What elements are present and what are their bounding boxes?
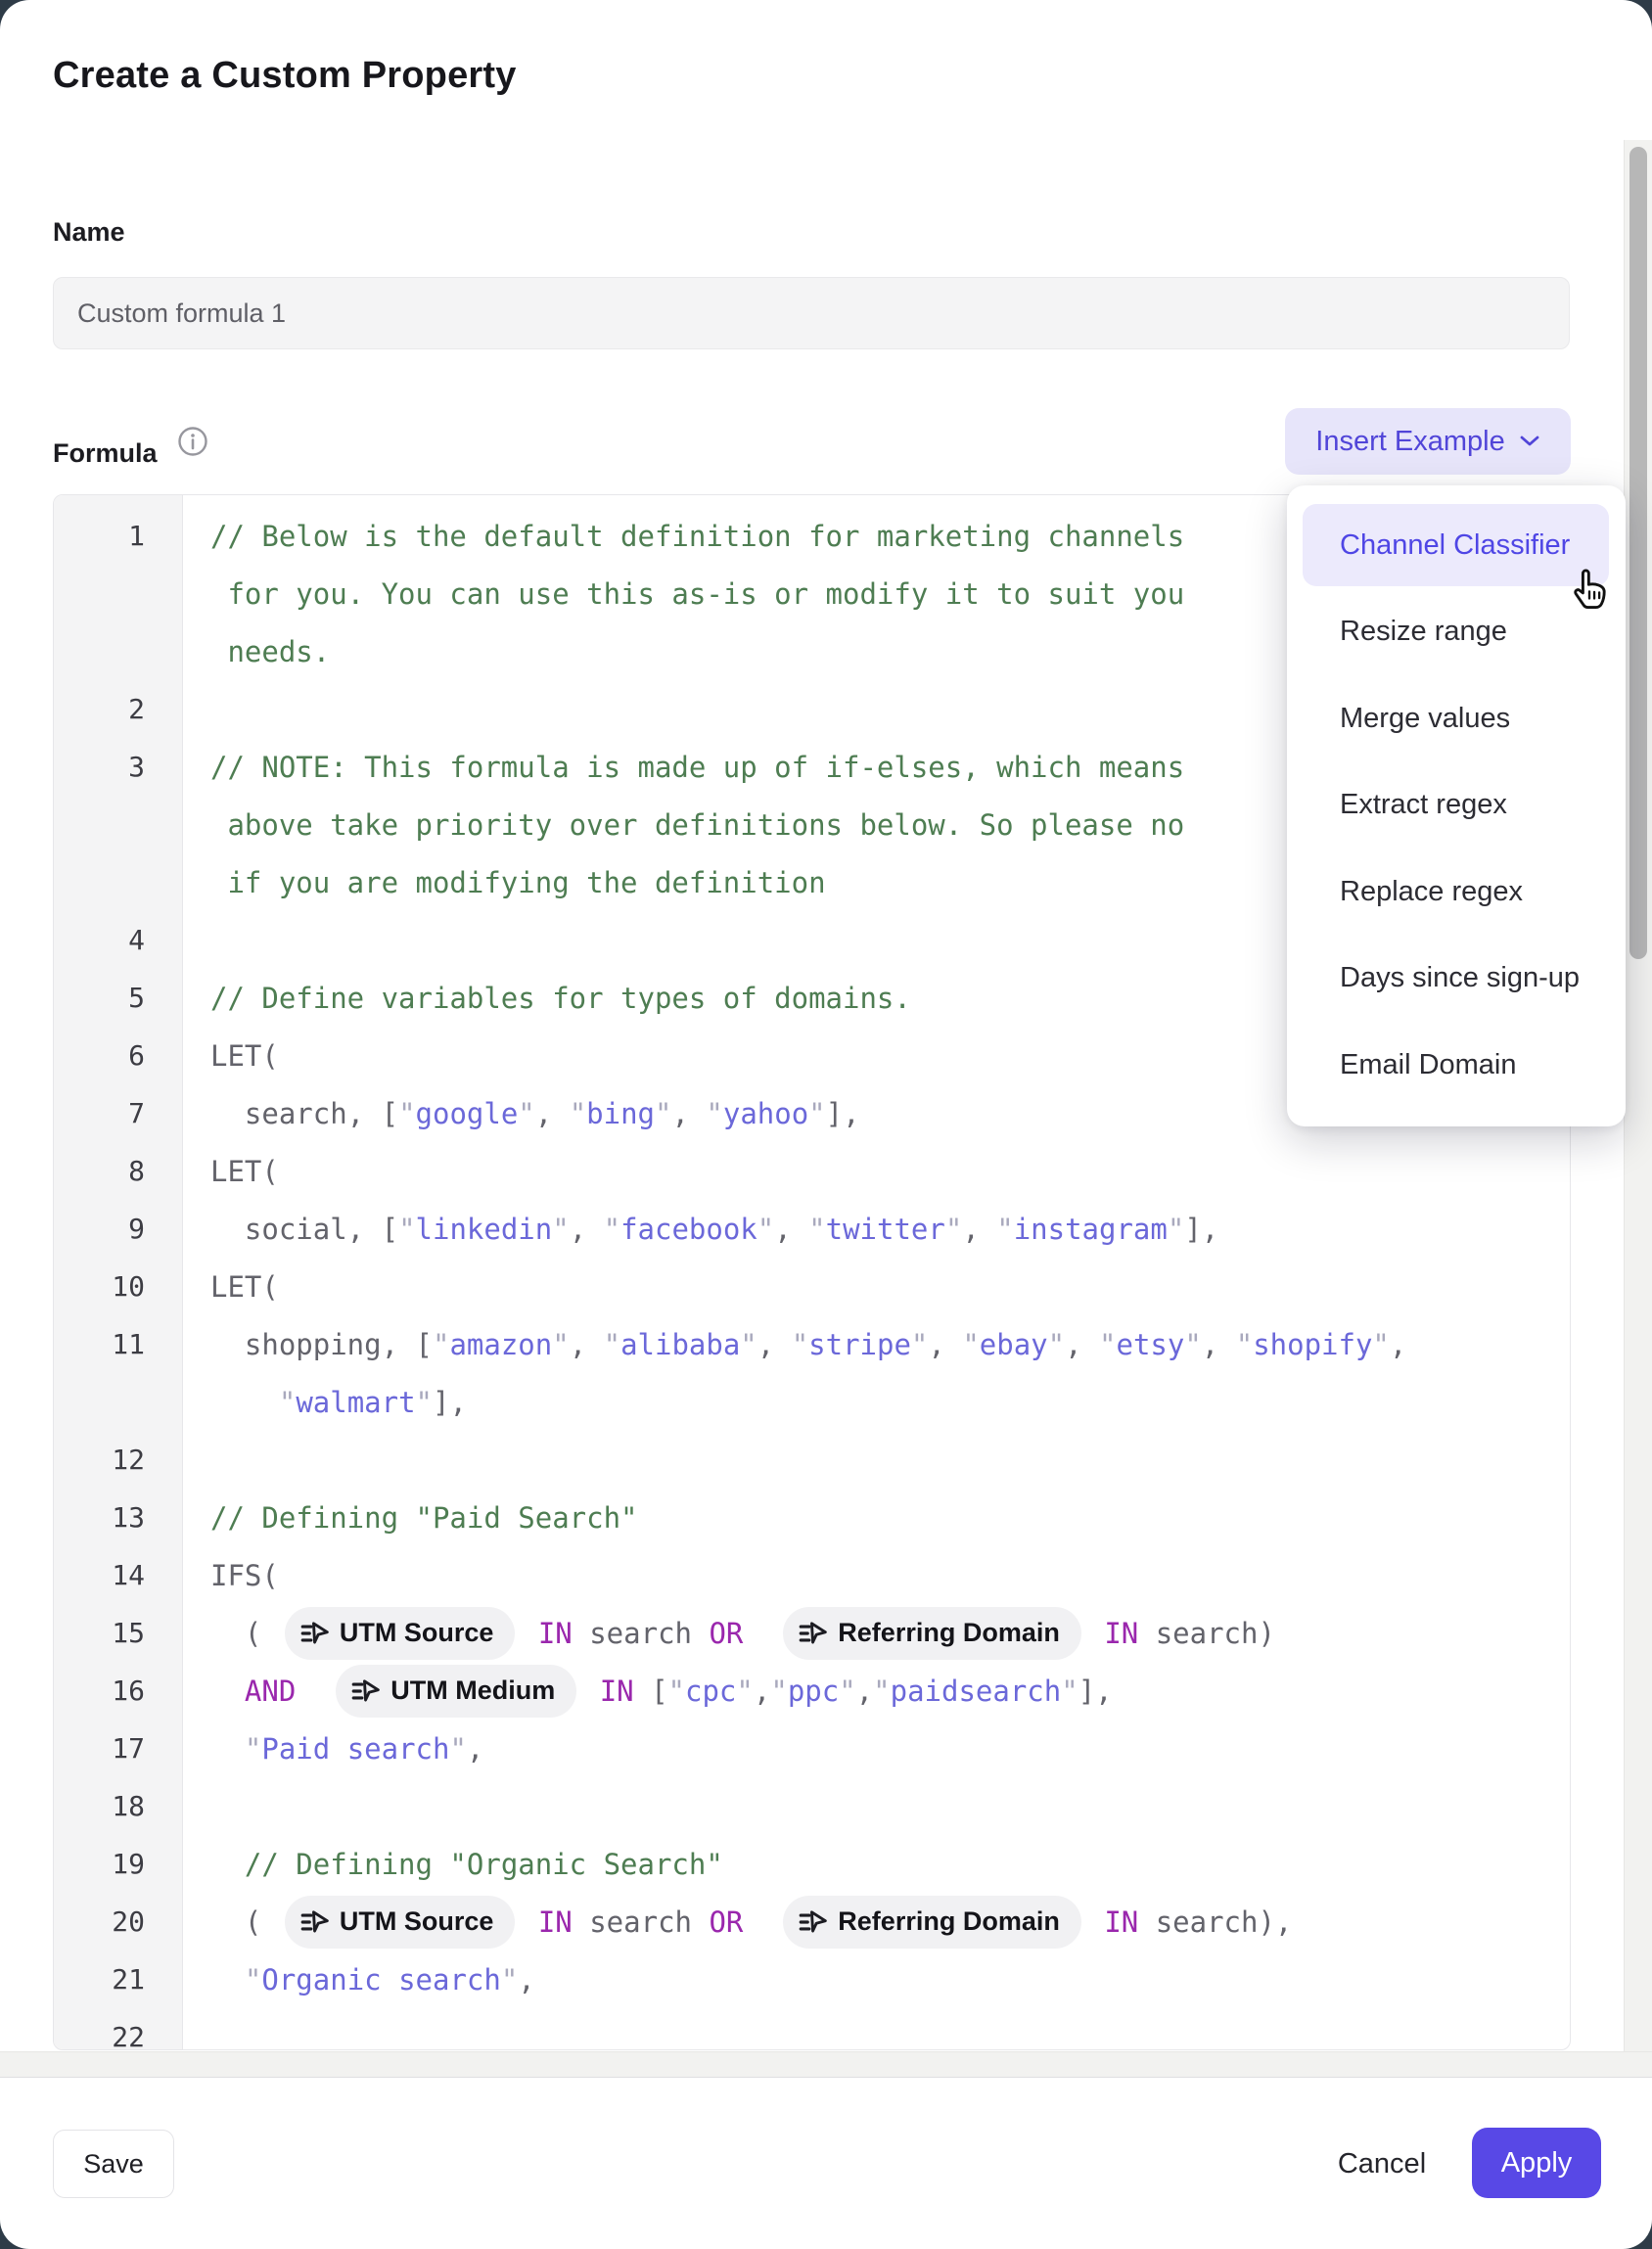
menu-item-email-domain[interactable]: Email Domain <box>1287 1022 1626 1108</box>
code-line: 20 ( UTM Source IN search OR Referring D… <box>54 1893 1570 1951</box>
field-chip-icon <box>298 1906 330 1938</box>
line-number: 10 <box>54 1270 182 1303</box>
code-line-content: LET( <box>182 1155 1570 1188</box>
line-number: 15 <box>54 1617 182 1649</box>
insert-example-label: Insert Example <box>1315 426 1504 458</box>
info-icon[interactable] <box>176 425 209 458</box>
field-chip-label: Referring Domain <box>838 1906 1060 1937</box>
code-line: 10LET( <box>54 1258 1570 1315</box>
code-line-content: social, ["linkedin", "facebook", "twitte… <box>182 1213 1570 1246</box>
code-line: 12 <box>54 1431 1570 1489</box>
formula-label: Formula <box>53 438 158 469</box>
code-line-content: AND UTM Medium IN ["cpc","ppc","paidsear… <box>182 1665 1570 1718</box>
field-chip-icon <box>797 1906 828 1938</box>
code-line: 9 social, ["linkedin", "facebook", "twit… <box>54 1200 1570 1258</box>
code-line-content: shopping, ["amazon", "alibaba", "stripe"… <box>182 1328 1570 1361</box>
horizontal-scrollbar-track[interactable] <box>0 2051 1652 2077</box>
field-chip[interactable]: UTM Source <box>285 1607 516 1660</box>
field-chip-icon <box>298 1618 330 1649</box>
code-line: 14IFS( <box>54 1546 1570 1604</box>
insert-example-menu: Channel Classifier Resize range Merge valu… <box>1287 485 1626 1126</box>
line-number: 3 <box>54 751 182 783</box>
line-number: 21 <box>54 1963 182 1996</box>
field-chip-icon <box>349 1675 381 1707</box>
code-line: 22 <box>54 2008 1570 2050</box>
line-number: 7 <box>54 1097 182 1129</box>
menu-item-label: Resize range <box>1340 616 1507 648</box>
code-line: 15 ( UTM Source IN search OR Referring D… <box>54 1604 1570 1662</box>
line-number: 19 <box>54 1848 182 1880</box>
code-line: "walmart"], <box>54 1373 1570 1431</box>
line-number: 4 <box>54 924 182 956</box>
line-number: 6 <box>54 1039 182 1072</box>
code-line-content: ( UTM Source IN search OR Referring Doma… <box>182 1896 1570 1949</box>
menu-item-replace-regex[interactable]: Replace regex <box>1287 849 1626 935</box>
line-number: 14 <box>54 1559 182 1591</box>
menu-item-label: Channel Classifier <box>1340 529 1570 562</box>
menu-item-days-since-sign-up[interactable]: Days since sign-up <box>1287 936 1626 1022</box>
field-chip[interactable]: UTM Source <box>285 1896 516 1949</box>
hand-cursor-icon <box>1563 562 1616 615</box>
code-line-content: // Defining "Organic Search" <box>182 1848 1570 1881</box>
code-line-content: "walmart"], <box>182 1386 1570 1419</box>
field-chip[interactable]: Referring Domain <box>783 1607 1081 1660</box>
line-number: 2 <box>54 693 182 725</box>
menu-item-label: Extract regex <box>1340 789 1507 821</box>
name-input[interactable] <box>53 277 1570 349</box>
code-line: 16 AND UTM Medium IN ["cpc","ppc","paids… <box>54 1662 1570 1720</box>
menu-item-merge-values[interactable]: Merge values <box>1287 675 1626 761</box>
line-number: 16 <box>54 1675 182 1707</box>
line-number: 1 <box>54 520 182 552</box>
line-number: 22 <box>54 2021 182 2050</box>
field-chip-label: UTM Source <box>340 1618 494 1648</box>
line-number: 17 <box>54 1732 182 1765</box>
field-chip-label: UTM Source <box>340 1906 494 1937</box>
menu-item-label: Days since sign-up <box>1340 962 1580 994</box>
line-number: 12 <box>54 1444 182 1476</box>
vertical-scrollbar-thumb[interactable] <box>1629 147 1647 959</box>
line-number: 5 <box>54 982 182 1014</box>
menu-item-label: Merge values <box>1340 703 1510 735</box>
insert-example-button[interactable]: Insert Example <box>1285 408 1571 475</box>
field-chip[interactable]: UTM Medium <box>336 1665 576 1718</box>
code-line: 17 "Paid search", <box>54 1720 1570 1777</box>
field-chip-icon <box>797 1618 828 1649</box>
code-line-content: IFS( <box>182 1559 1570 1592</box>
code-line: 19 // Defining "Organic Search" <box>54 1835 1570 1893</box>
line-number: 13 <box>54 1501 182 1534</box>
line-number: 18 <box>54 1790 182 1822</box>
code-line-content: ( UTM Source IN search OR Referring Doma… <box>182 1607 1570 1660</box>
line-number: 11 <box>54 1328 182 1360</box>
name-label: Name <box>53 217 125 248</box>
line-number: 9 <box>54 1213 182 1245</box>
footer-divider <box>0 2077 1652 2078</box>
apply-button[interactable]: Apply <box>1472 2128 1601 2198</box>
create-custom-property-dialog: Create a Custom Property Name Formula In… <box>0 0 1652 2249</box>
code-line: 11 shopping, ["amazon", "alibaba", "stri… <box>54 1315 1570 1373</box>
code-line-content: // Defining "Paid Search" <box>182 1501 1570 1535</box>
menu-item-label: Replace regex <box>1340 876 1523 908</box>
code-line-content: "Paid search", <box>182 1732 1570 1766</box>
code-line: 13// Defining "Paid Search" <box>54 1489 1570 1546</box>
code-line-content: LET( <box>182 1270 1570 1304</box>
menu-item-extract-regex[interactable]: Extract regex <box>1287 762 1626 849</box>
code-line-content: "Organic search", <box>182 1963 1570 1997</box>
line-number: 20 <box>54 1905 182 1938</box>
line-number: 8 <box>54 1155 182 1187</box>
code-line: 18 <box>54 1777 1570 1835</box>
vertical-scrollbar-track[interactable] <box>1624 140 1652 2051</box>
field-chip-label: UTM Medium <box>390 1675 555 1706</box>
menu-item-label: Email Domain <box>1340 1049 1517 1081</box>
chevron-down-icon <box>1519 435 1540 448</box>
cancel-button[interactable]: Cancel <box>1313 2130 1450 2198</box>
save-button[interactable]: Save <box>53 2130 174 2198</box>
field-chip-label: Referring Domain <box>838 1618 1060 1648</box>
field-chip[interactable]: Referring Domain <box>783 1896 1081 1949</box>
dialog-title: Create a Custom Property <box>53 55 517 97</box>
code-line: 8LET( <box>54 1142 1570 1200</box>
code-line: 21 "Organic search", <box>54 1951 1570 2008</box>
dialog-backdrop: Create a Custom Property Name Formula In… <box>0 0 1652 2249</box>
